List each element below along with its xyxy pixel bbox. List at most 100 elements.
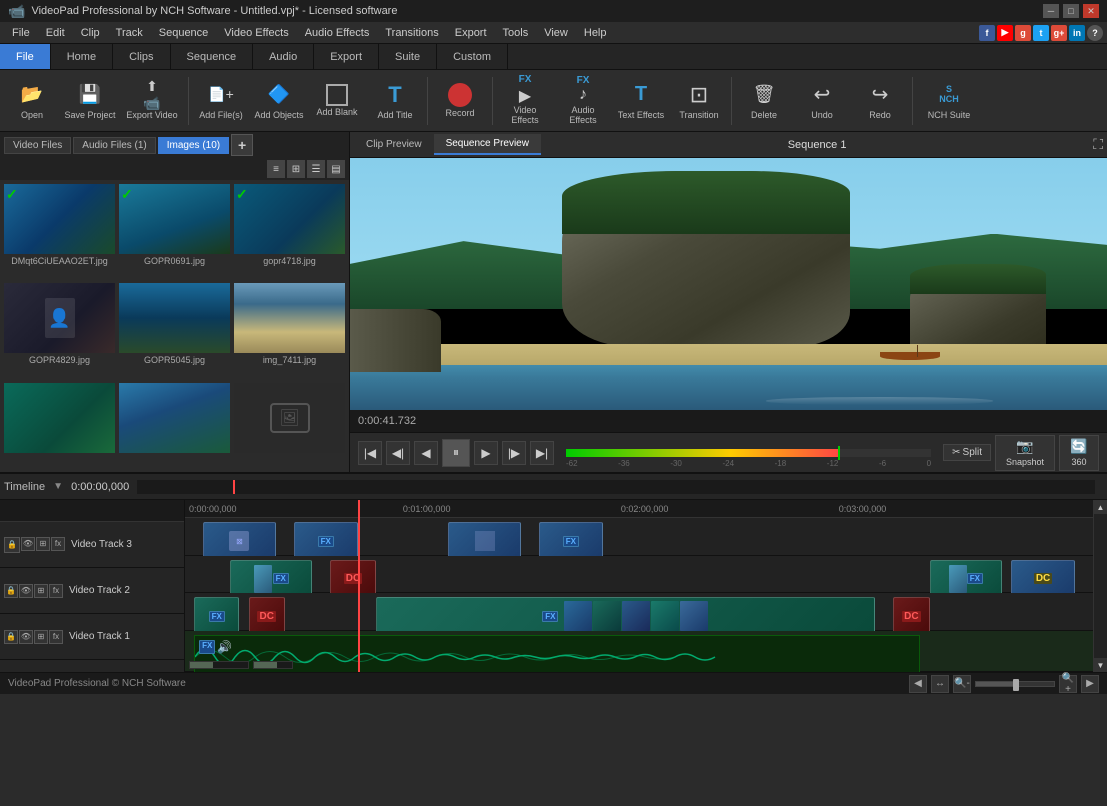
transition-button[interactable]: ⊡ Transition (671, 73, 727, 129)
video-effects-button[interactable]: FX ▶ Video Effects (497, 73, 553, 129)
timeline-scroll-right-btn[interactable]: ▶ (1081, 675, 1099, 693)
googleplus-icon[interactable]: g (1015, 25, 1031, 41)
media-item-3[interactable]: ✓ gopr4718.jpg (234, 184, 345, 279)
timeline-scroll-left-btn[interactable]: ◀ (909, 675, 927, 693)
next-forward-button[interactable]: |▶ (502, 441, 526, 465)
tab-export[interactable]: Export (314, 44, 379, 69)
scroll-down-btn[interactable]: ▼ (1094, 658, 1107, 672)
add-blank-button[interactable]: Add Blank (309, 73, 365, 129)
clip-video1-4[interactable]: DC (893, 597, 929, 635)
clip-video1-1[interactable]: FX (194, 597, 239, 635)
record-button[interactable]: Record (432, 73, 488, 129)
tab-clips[interactable]: Clips (113, 44, 170, 69)
media-item-4[interactable]: 👤 GOPR4829.jpg (4, 283, 115, 378)
clip-video2-3[interactable]: FX (930, 560, 1003, 598)
track3-vis-btn[interactable]: 👁 (21, 537, 35, 551)
tab-clip-preview[interactable]: Clip Preview (354, 135, 434, 154)
clip-video3-4[interactable]: FX (539, 522, 603, 560)
twitter-icon[interactable]: t (1033, 25, 1049, 41)
menu-track[interactable]: Track (108, 25, 151, 41)
track1-type-btn[interactable]: ⊞ (34, 630, 48, 644)
track3-fx-btn[interactable]: fx (51, 537, 65, 551)
scroll-up-btn[interactable]: ▲ (1094, 500, 1107, 514)
menu-sequence[interactable]: Sequence (151, 25, 217, 41)
tab-images[interactable]: Images (10) (158, 137, 229, 154)
view-sort-button[interactable]: ≡ (267, 160, 285, 178)
audio-waveform[interactable]: FX 🔊 (194, 635, 920, 672)
menu-file[interactable]: File (4, 25, 38, 41)
menu-tools[interactable]: Tools (495, 25, 537, 41)
clip-video3-1[interactable]: ⊠ (203, 522, 276, 560)
step-back-button[interactable]: ◀ (414, 441, 438, 465)
add-title-button[interactable]: T Add Title (367, 73, 423, 129)
media-item-5[interactable]: GOPR5045.jpg (119, 283, 230, 378)
youtube-icon[interactable]: ▶ (997, 25, 1013, 41)
go-start-button[interactable]: |◀ (358, 441, 382, 465)
add-media-button[interactable]: + (231, 134, 253, 156)
clip-video2-2[interactable]: DC (330, 560, 375, 598)
menu-export[interactable]: Export (447, 25, 495, 41)
close-button[interactable]: ✕ (1083, 4, 1099, 18)
menu-edit[interactable]: Edit (38, 25, 73, 41)
menu-audio-effects[interactable]: Audio Effects (297, 25, 378, 41)
track2-mute-btn[interactable]: 🔒 (4, 584, 18, 598)
clip-video3-3[interactable] (448, 522, 521, 560)
clip-video2-1[interactable]: FX (230, 560, 312, 598)
track1-vis-btn[interactable]: 👁 (19, 630, 33, 644)
nch-suite-button[interactable]: SNCH NCH Suite (917, 73, 981, 129)
track2-type-btn[interactable]: ⊞ (34, 584, 48, 598)
split-button[interactable]: ✂ Split (943, 444, 991, 461)
media-item-7[interactable] (4, 383, 115, 468)
media-item-6[interactable]: img_7411.jpg (234, 283, 345, 378)
menu-clip[interactable]: Clip (73, 25, 108, 41)
clip-video1-2[interactable]: DC (249, 597, 285, 635)
volume-bar[interactable]: -62-36-30-24-18-12-60 (566, 449, 931, 457)
view-list-button[interactable]: ☰ (307, 160, 325, 178)
prev-back-button[interactable]: ◀| (386, 441, 410, 465)
360-button[interactable]: 🔄 360 (1059, 435, 1099, 471)
menu-view[interactable]: View (536, 25, 576, 41)
gplus2-icon[interactable]: g+ (1051, 25, 1067, 41)
add-objects-button[interactable]: 🔷 Add Objects (251, 73, 307, 129)
tab-sequence[interactable]: Sequence (171, 44, 254, 69)
menu-transitions[interactable]: Transitions (377, 25, 446, 41)
maximize-button[interactable]: □ (1063, 4, 1079, 18)
step-forward-button[interactable]: ▶ (474, 441, 498, 465)
tab-audio-files[interactable]: Audio Files (1) (73, 137, 155, 154)
redo-button[interactable]: ↪ Redo (852, 73, 908, 129)
media-item-2[interactable]: ✓ GOPR0691.jpg (119, 184, 230, 279)
timeline-zoom-in-btn[interactable]: 🔍+ (1059, 675, 1077, 693)
track1-fx-btn[interactable]: fx (49, 630, 63, 644)
zoom-slider[interactable] (975, 681, 1055, 687)
tab-sequence-preview[interactable]: Sequence Preview (434, 134, 541, 155)
clip-video1-3[interactable]: FX (376, 597, 875, 635)
tab-suite[interactable]: Suite (379, 44, 437, 69)
export-video-button[interactable]: ⬆📹 Export Video (120, 73, 184, 129)
minimize-button[interactable]: ─ (1043, 4, 1059, 18)
tab-custom[interactable]: Custom (437, 44, 508, 69)
text-effects-button[interactable]: T Text Effects (613, 73, 669, 129)
tab-home[interactable]: Home (51, 44, 113, 69)
clip-video3-2[interactable]: FX (294, 522, 358, 560)
menu-video-effects[interactable]: Video Effects (216, 25, 296, 41)
add-files-button[interactable]: 📄+ Add File(s) (193, 73, 249, 129)
track2-fx-btn[interactable]: fx (49, 584, 63, 598)
help-icon[interactable]: ? (1087, 25, 1103, 41)
save-project-button[interactable]: 💾 Save Project (62, 73, 118, 129)
view-details-button[interactable]: ▤ (327, 160, 345, 178)
undo-button[interactable]: ↩ Undo (794, 73, 850, 129)
track1-mute-btn[interactable]: 🔒 (4, 630, 18, 644)
media-item-9[interactable]: 🖼 (234, 383, 345, 468)
clip-video2-4[interactable]: DC (1011, 560, 1075, 598)
open-button[interactable]: 📂 Open (4, 73, 60, 129)
delete-button[interactable]: 🗑 Delete (736, 73, 792, 129)
view-grid-button[interactable]: ⊞ (287, 160, 305, 178)
media-item-1[interactable]: ✓ DMqt6CiUEAAO2ET.jpg (4, 184, 115, 279)
audio-effects-button[interactable]: FX ♪ Audio Effects (555, 73, 611, 129)
timeline-zoom-out-btn[interactable]: 🔍- (953, 675, 971, 693)
go-end-button[interactable]: ▶| (530, 441, 554, 465)
menu-help[interactable]: Help (576, 25, 615, 41)
media-item-8[interactable] (119, 383, 230, 468)
snapshot-button[interactable]: 📷 Snapshot (995, 435, 1055, 471)
facebook-icon[interactable]: f (979, 25, 995, 41)
